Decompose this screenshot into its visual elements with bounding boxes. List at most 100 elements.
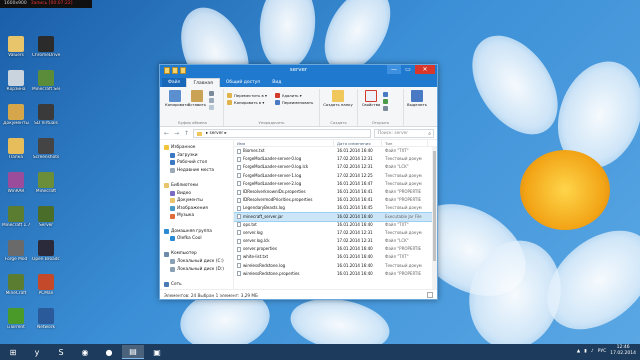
column-date[interactable]: Дата изменения xyxy=(334,140,382,146)
yandex-browser[interactable]: y xyxy=(26,345,48,359)
maximize-button[interactable]: ▭ xyxy=(401,65,415,74)
file-row[interactable]: Biomes.txt 16.01.2014 16:40 Файл "TXT" xyxy=(234,147,437,155)
file-row[interactable]: server.log.lck 17.02.2014 12:31 Файл "LCK" xyxy=(234,237,437,245)
file-row[interactable]: IDResolvermodPriorities.properties 16.01.… xyxy=(234,196,437,204)
tray-arrow-icon[interactable]: ▲ xyxy=(577,349,580,354)
explorer-window[interactable]: server — ▭ ✕ Файл Главная Общий доступ В… xyxy=(159,64,438,300)
file-row[interactable]: minecraft_server.jar 16.02.2014 16:40 Exec… xyxy=(234,211,437,222)
language-indicator[interactable]: РУС xyxy=(598,349,607,354)
scrollbar-thumb[interactable] xyxy=(433,151,436,261)
desktop-icon[interactable]: Документы xyxy=(2,104,30,126)
nav-item[interactable]: Недавние места xyxy=(160,167,233,175)
new-folder-button[interactable]: Создать папку xyxy=(323,89,353,108)
desktop-icon[interactable]: Network xyxy=(32,308,60,330)
rename-button[interactable]: Переименовать xyxy=(274,99,313,106)
nav-item[interactable]: Библиотеки xyxy=(160,182,233,190)
desktop-icon[interactable]: Корзина xyxy=(2,70,30,92)
nav-item[interactable]: Музыка xyxy=(160,212,233,220)
desktop-icon[interactable]: WinRAR xyxy=(2,172,30,194)
file-row[interactable]: ForgeModLoader-server-1.log 17.02.2014 12… xyxy=(234,172,437,180)
up-button[interactable]: ↑ xyxy=(183,130,190,137)
scrollbar[interactable] xyxy=(432,147,437,289)
network-icon[interactable]: ▮ xyxy=(584,349,586,354)
file-row[interactable]: wirelessRedstone.properties 16.01.2014 16… xyxy=(234,270,437,278)
navigation-pane[interactable]: Избранное Загрузки Рабочий стол Недавние ме… xyxy=(160,140,234,289)
desktop-icon[interactable]: PCMan xyxy=(32,274,60,296)
nav-item[interactable]: Видео xyxy=(160,190,233,198)
nav-item[interactable]: Избранное xyxy=(160,144,233,152)
nav-item[interactable]: Рабочий стол xyxy=(160,159,233,167)
edit-button[interactable] xyxy=(382,98,388,105)
desktop-icon[interactable]: Minecraft 1.7 xyxy=(2,206,30,228)
file-row[interactable]: ForgeModLoader-server-0.log.lck 17.02.201… xyxy=(234,163,437,171)
address-bar[interactable]: ▸ server ▸ xyxy=(193,128,371,138)
tab-share[interactable]: Общий доступ xyxy=(220,78,266,87)
delete-button[interactable]: Удалить ▾ xyxy=(274,92,313,99)
tab-home[interactable]: Главная xyxy=(186,78,220,87)
file-row[interactable]: ForgeModLoader-server-0.log 17.02.2014 12… xyxy=(234,155,437,163)
file-row[interactable]: LegendaryBeasts.log 16.01.2014 16:45 Текст… xyxy=(234,204,437,212)
paste-button[interactable]: Вставить xyxy=(187,89,207,108)
nav-item[interactable]: Olefka Cool xyxy=(160,235,233,243)
column-type[interactable]: Тип xyxy=(382,140,428,146)
minimize-button[interactable]: — xyxy=(387,65,401,74)
desktop-icon[interactable]: Minecraft Server xyxy=(32,70,60,92)
forward-button[interactable]: → xyxy=(173,130,180,137)
desktop-icon[interactable]: Forge Mod xyxy=(2,240,30,262)
desktop-icon[interactable]: uTorrent xyxy=(2,308,30,330)
media-player[interactable]: ◉ xyxy=(74,345,96,359)
properties-button[interactable]: Свойства xyxy=(361,89,381,108)
explorer[interactable]: ▤ xyxy=(122,345,144,359)
title-bar[interactable]: server — ▭ ✕ xyxy=(160,65,437,77)
nav-item[interactable]: Загрузки xyxy=(160,152,233,160)
desktop-icon[interactable]: ChromeDriver xyxy=(32,36,60,58)
nav-item[interactable]: Компьютер xyxy=(160,250,233,258)
file-row[interactable]: ForgeModLoader-server-2.log 16.01.2014 16… xyxy=(234,180,437,188)
column-name[interactable]: Имя xyxy=(234,140,334,146)
file-row[interactable]: server.log 17.02.2014 12:31 Текстовый доку… xyxy=(234,229,437,237)
back-button[interactable]: ← xyxy=(163,130,170,137)
volume-icon[interactable]: ♪ xyxy=(591,349,594,354)
copy-to-button[interactable]: Копировать в ▾ xyxy=(227,99,273,106)
desktop-icon[interactable]: Папка xyxy=(2,138,30,160)
nav-item[interactable] xyxy=(160,243,233,251)
file-row[interactable]: server.properties 16.01.2014 16:40 Файл "P… xyxy=(234,245,437,253)
nav-item[interactable]: Сеть xyxy=(160,281,233,289)
clock[interactable]: 12:46 17.02.2014 xyxy=(610,345,636,357)
nav-item[interactable]: Локальный диск (C:) xyxy=(160,258,233,266)
file-row[interactable]: IDResolverknownIDs.properties 16.01.2014 … xyxy=(234,188,437,196)
desktop-icon[interactable]: SD Virtuals xyxy=(32,104,60,126)
recorder[interactable]: ● xyxy=(98,345,120,359)
cut-button[interactable] xyxy=(208,90,214,97)
desktop-icon[interactable]: Valuers xyxy=(2,36,30,58)
close-button[interactable]: ✕ xyxy=(415,65,435,74)
tab-file[interactable]: Файл xyxy=(162,78,187,87)
paste-shortcut-button[interactable] xyxy=(208,104,214,111)
desktop-icon[interactable]: Server xyxy=(32,206,60,228)
nav-item[interactable] xyxy=(160,273,233,281)
file-row[interactable]: wirelessRedstone.log 16.01.2014 16:40 Текс… xyxy=(234,262,437,270)
open-button[interactable] xyxy=(382,91,388,98)
copy-button[interactable]: Копировать xyxy=(165,89,189,108)
nav-item[interactable]: Локальный диск (D:) xyxy=(160,266,233,274)
nav-item[interactable]: Домашняя группа xyxy=(160,228,233,236)
details-view-icon[interactable] xyxy=(427,292,433,298)
desktop-icon[interactable]: Minecraft xyxy=(32,172,60,194)
desktop-icon[interactable]: Screenshots xyxy=(32,138,60,160)
file-list[interactable]: Имя Дата изменения Тип Biomes.txt 16.01.2… xyxy=(234,140,437,289)
tab-view[interactable]: Вид xyxy=(266,78,287,87)
history-button[interactable] xyxy=(382,105,388,112)
nav-item[interactable]: Изображения xyxy=(160,205,233,213)
search-input[interactable]: Поиск: server ⌕ xyxy=(374,128,434,138)
file-row[interactable]: white-list.txt 16.01.2014 16:40 Файл "TXT" xyxy=(234,253,437,261)
move-to-button[interactable]: Переместить в ▾ xyxy=(227,92,273,99)
start-button[interactable]: ⊞ xyxy=(2,345,24,359)
skype[interactable]: S xyxy=(50,345,72,359)
minecraft[interactable]: ▣ xyxy=(146,345,168,359)
copy-path-button[interactable] xyxy=(208,97,214,104)
select-button[interactable]: Выделить xyxy=(407,89,427,108)
nav-item[interactable]: Документы xyxy=(160,197,233,205)
file-row[interactable]: ops.txt 16.01.2014 16:40 Файл "TXT" xyxy=(234,221,437,229)
nav-item[interactable] xyxy=(160,220,233,228)
nav-item[interactable] xyxy=(160,174,233,182)
